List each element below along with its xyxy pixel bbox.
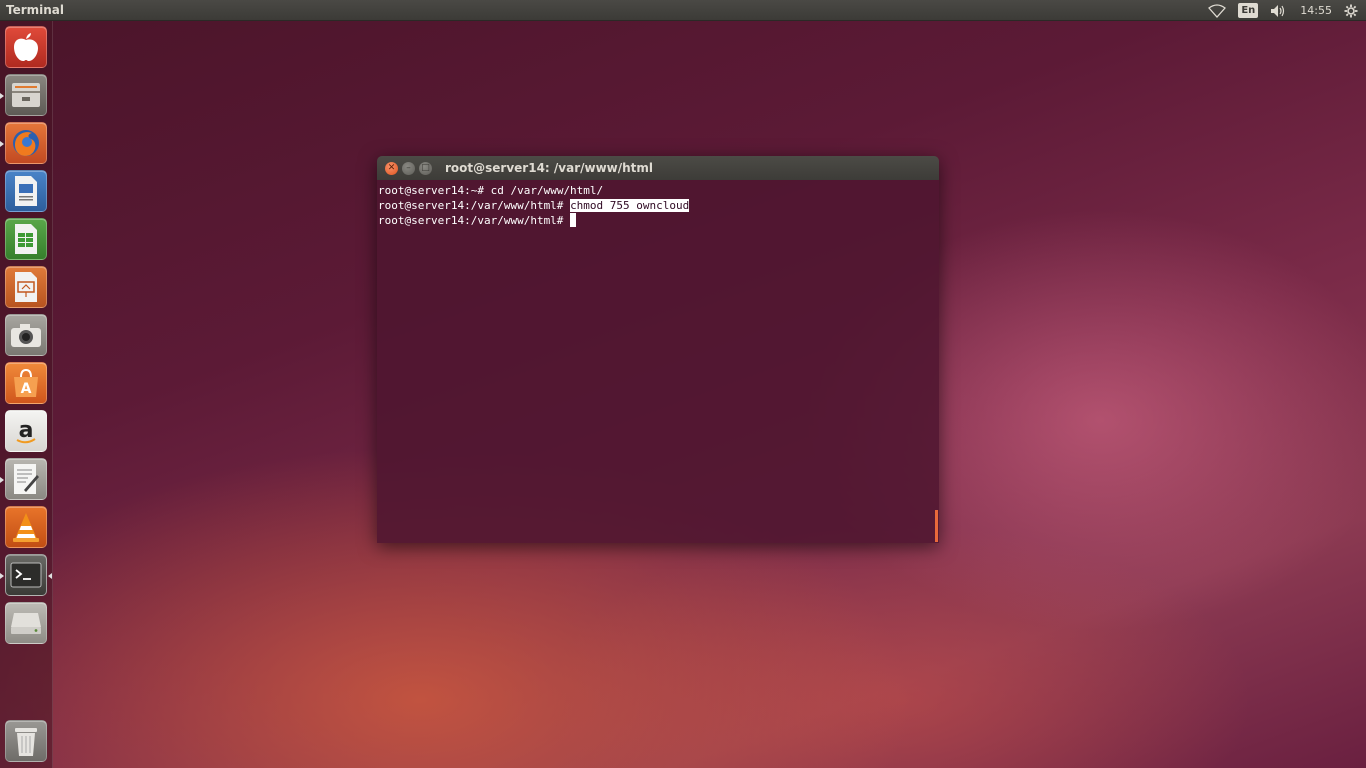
terminal-body[interactable]: root@server14:~# cd /var/www/html/ root@…: [377, 180, 939, 543]
focused-indicator: [48, 573, 52, 579]
clock[interactable]: 14:55: [1300, 4, 1332, 17]
amazon-icon[interactable]: a: [5, 410, 47, 452]
terminal-titlebar[interactable]: ✕ – □ root@server14: /var/www/html: [377, 156, 939, 180]
selected-command-text: chmod 755 owncloud: [570, 199, 690, 212]
command-text: cd /var/www/html/: [483, 184, 604, 197]
libreoffice-writer-icon[interactable]: [5, 170, 47, 212]
files-icon[interactable]: [5, 74, 47, 116]
close-icon[interactable]: ✕: [385, 161, 398, 175]
prompt: root@server14:/var/www/html#: [378, 199, 564, 212]
launcher: A a: [0, 21, 53, 768]
svg-text:a: a: [19, 418, 34, 443]
running-indicator: [0, 477, 4, 483]
running-indicator: [0, 141, 4, 147]
terminal-window[interactable]: ✕ – □ root@server14: /var/www/html root@…: [377, 156, 939, 543]
libreoffice-impress-icon[interactable]: [5, 266, 47, 308]
text-cursor: [570, 213, 577, 227]
maximize-icon[interactable]: □: [419, 161, 432, 175]
wifi-icon[interactable]: [1208, 3, 1227, 18]
running-indicator: [0, 93, 4, 99]
terminal-icon[interactable]: [5, 554, 47, 596]
vlc-icon[interactable]: [5, 506, 47, 548]
screenshot-camera-icon[interactable]: [5, 314, 47, 356]
libreoffice-calc-icon[interactable]: [5, 218, 47, 260]
volume-icon[interactable]: [1270, 4, 1288, 18]
prompt: root@server14:/var/www/html#: [378, 214, 564, 227]
apple-icon[interactable]: [5, 26, 47, 68]
keyboard-layout-indicator[interactable]: En: [1238, 3, 1259, 18]
terminal-line: root@server14:/var/www/html# chmod 755 o…: [378, 198, 939, 213]
svg-text:A: A: [21, 381, 32, 397]
software-center-icon[interactable]: A: [5, 362, 47, 404]
terminal-line: root@server14:~# cd /var/www/html/: [378, 183, 939, 198]
indicator-area: En 14:55: [1208, 0, 1366, 21]
prompt: root@server14:~#: [378, 184, 484, 197]
terminal-line: root@server14:/var/www/html#: [378, 213, 939, 228]
running-indicator: [0, 573, 4, 579]
text-editor-icon[interactable]: [5, 458, 47, 500]
terminal-title: root@server14: /var/www/html: [445, 161, 654, 175]
gear-icon[interactable]: [1344, 4, 1358, 18]
disk-drive-icon[interactable]: [5, 602, 47, 644]
scrollbar-indicator[interactable]: [935, 510, 938, 542]
minimize-icon[interactable]: –: [402, 161, 415, 175]
trash-icon[interactable]: [5, 720, 47, 762]
active-app-title: Terminal: [6, 3, 65, 17]
top-panel: Terminal En 14:55: [0, 0, 1366, 21]
firefox-icon[interactable]: [5, 122, 47, 164]
